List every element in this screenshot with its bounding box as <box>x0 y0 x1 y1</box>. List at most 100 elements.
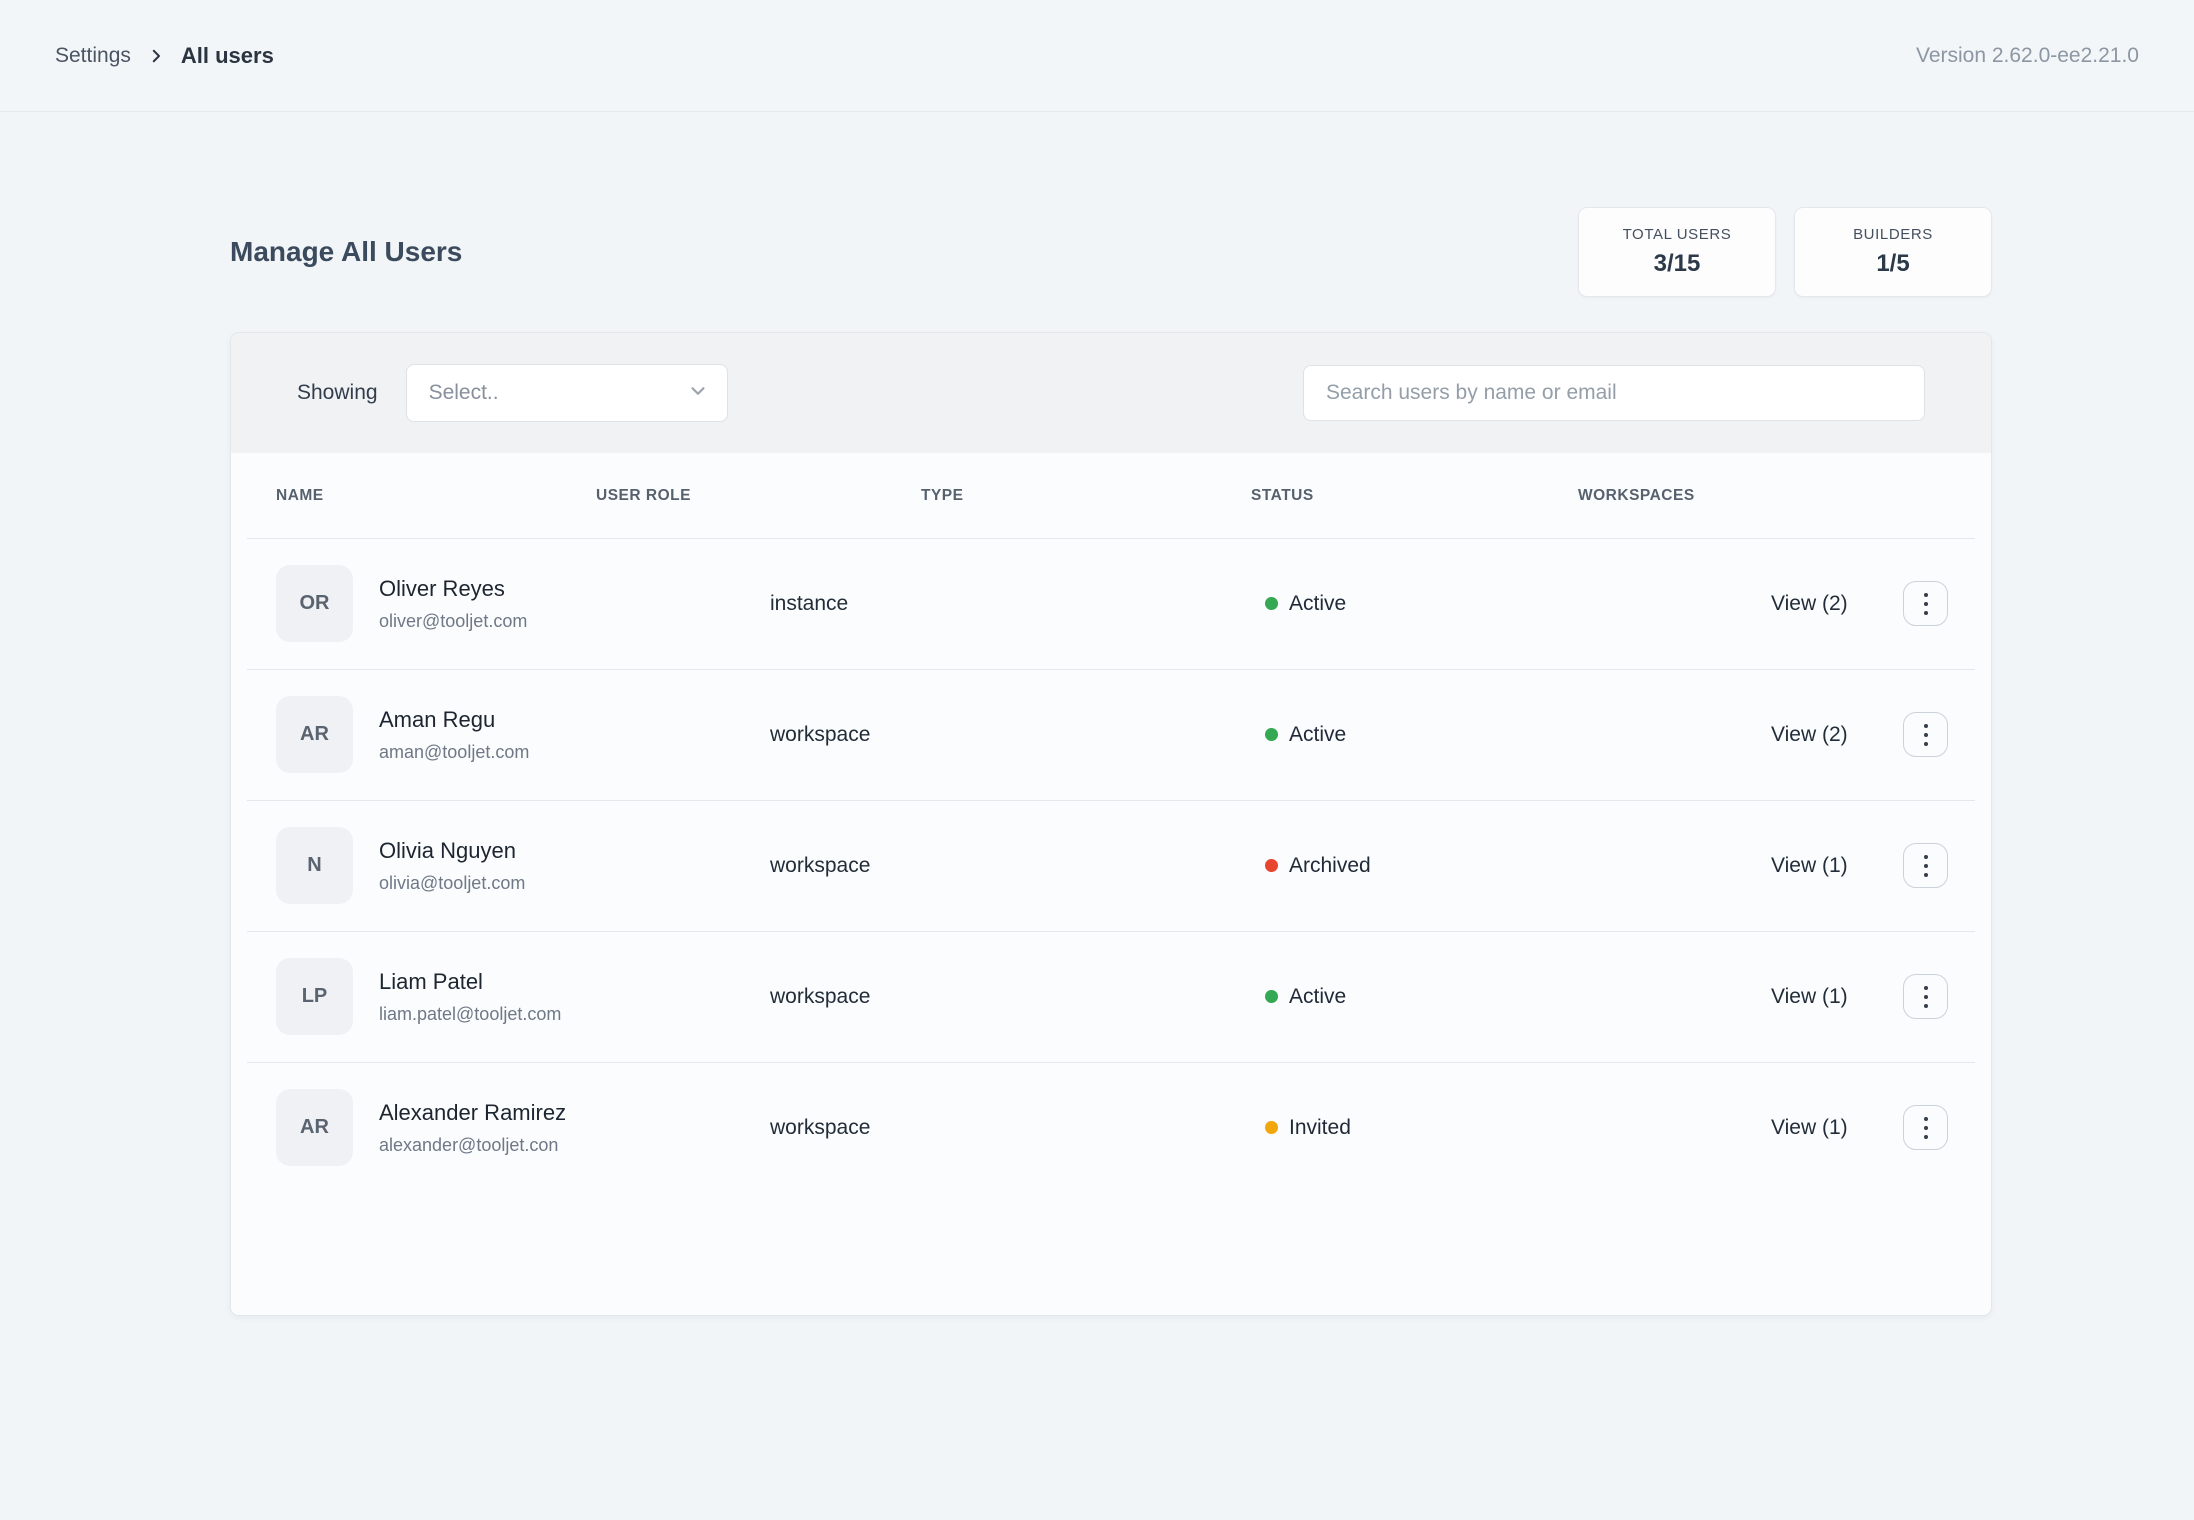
user-name: Olivia Nguyen <box>379 838 525 864</box>
table-row: LP Liam Patel liam.patel@tooljet.com wor… <box>231 931 1991 1062</box>
status-label: Invited <box>1289 1116 1351 1140</box>
total-users-card: TOTAL USERS 3/15 <box>1578 207 1776 297</box>
status-dot-icon <box>1265 1121 1278 1134</box>
user-cell: AR Aman Regu aman@tooljet.com <box>276 696 683 773</box>
breadcrumb-settings-link[interactable]: Settings <box>55 44 131 68</box>
user-cell: N Olivia Nguyen olivia@tooljet.com <box>276 827 683 904</box>
column-header-name: NAME <box>276 487 596 505</box>
table-header: NAME USER ROLE TYPE STATUS WORKSPACES <box>231 453 1991 538</box>
avatar: AR <box>276 696 353 773</box>
user-role-value: workspace <box>683 1116 1093 1140</box>
status-filter-select[interactable]: Select.. <box>406 364 728 422</box>
table-row: AR Aman Regu aman@tooljet.com workspace … <box>231 669 1991 800</box>
builders-card: BUILDERS 1/5 <box>1794 207 1992 297</box>
kebab-dot <box>1924 1004 1928 1008</box>
users-panel: Showing Select.. NAME USER ROLE TYPE STA… <box>230 332 1992 1316</box>
row-actions-kebab-button[interactable] <box>1903 581 1948 626</box>
table-row: AR Alexander Ramirez alexander@tooljet.c… <box>231 1062 1991 1193</box>
kebab-dot <box>1924 593 1928 597</box>
kebab-dot <box>1924 724 1928 728</box>
search-input[interactable] <box>1303 365 1925 421</box>
user-email: oliver@tooljet.com <box>379 611 527 632</box>
user-role-value: workspace <box>683 985 1093 1009</box>
status-label: Active <box>1289 592 1346 616</box>
builders-value: 1/5 <box>1876 250 1909 278</box>
user-status: Active <box>1093 723 1511 747</box>
status-label: Archived <box>1289 854 1371 878</box>
user-cell: OR Oliver Reyes oliver@tooljet.com <box>276 565 683 642</box>
workspaces-view-link[interactable]: View (1) <box>1771 985 1848 1008</box>
row-actions-kebab-button[interactable] <box>1903 712 1948 757</box>
workspaces-view-link[interactable]: View (1) <box>1771 1116 1848 1139</box>
user-status: Active <box>1093 985 1511 1009</box>
breadcrumb-current-page: All users <box>181 43 274 69</box>
user-cell: AR Alexander Ramirez alexander@tooljet.c… <box>276 1089 683 1166</box>
kebab-dot <box>1924 1135 1928 1139</box>
builders-label: BUILDERS <box>1853 226 1933 243</box>
kebab-dot <box>1924 995 1928 999</box>
table-row: N Olivia Nguyen olivia@tooljet.com works… <box>231 800 1991 931</box>
kebab-dot <box>1924 986 1928 990</box>
user-name: Liam Patel <box>379 969 561 995</box>
kebab-dot <box>1924 864 1928 868</box>
topbar: Settings All users Version 2.62.0-ee2.21… <box>0 0 2194 112</box>
user-status: Active <box>1093 592 1511 616</box>
user-email: liam.patel@tooljet.com <box>379 1004 561 1025</box>
table-row: OR Oliver Reyes oliver@tooljet.com insta… <box>231 538 1991 669</box>
workspaces-cell: View (2) <box>1511 723 1903 747</box>
kebab-dot <box>1924 742 1928 746</box>
total-users-value: 3/15 <box>1654 250 1701 278</box>
user-role-value: workspace <box>683 723 1093 747</box>
user-name: Aman Regu <box>379 707 529 733</box>
stats-cards: TOTAL USERS 3/15 BUILDERS 1/5 <box>1578 207 1992 297</box>
user-email: aman@tooljet.com <box>379 742 529 763</box>
select-value: Select.. <box>429 381 499 405</box>
user-email: olivia@tooljet.com <box>379 873 525 894</box>
status-dot-icon <box>1265 859 1278 872</box>
workspaces-cell: View (1) <box>1511 854 1903 878</box>
version-label: Version 2.62.0-ee2.21.0 <box>1916 44 2139 68</box>
user-role-value: workspace <box>683 854 1093 878</box>
total-users-label: TOTAL USERS <box>1623 226 1732 243</box>
column-header-status: STATUS <box>1251 487 1578 505</box>
user-name: Alexander Ramirez <box>379 1100 566 1126</box>
row-actions-kebab-button[interactable] <box>1903 843 1948 888</box>
column-header-user-role: USER ROLE <box>596 487 921 505</box>
column-header-workspaces: WORKSPACES <box>1578 487 1903 505</box>
kebab-dot <box>1924 873 1928 877</box>
showing-label: Showing <box>297 381 378 405</box>
workspaces-view-link[interactable]: View (2) <box>1771 723 1848 746</box>
row-actions-kebab-button[interactable] <box>1903 974 1948 1019</box>
avatar: AR <box>276 1089 353 1166</box>
row-actions-kebab-button[interactable] <box>1903 1105 1948 1150</box>
user-status: Invited <box>1093 1116 1511 1140</box>
status-dot-icon <box>1265 728 1278 741</box>
kebab-dot <box>1924 602 1928 606</box>
kebab-dot <box>1924 855 1928 859</box>
chevron-right-icon <box>147 47 165 65</box>
search-box <box>1303 365 1925 421</box>
workspaces-cell: View (2) <box>1511 592 1903 616</box>
workspaces-cell: View (1) <box>1511 1116 1903 1140</box>
page-title: Manage All Users <box>230 236 462 268</box>
workspaces-view-link[interactable]: View (1) <box>1771 854 1848 877</box>
status-dot-icon <box>1265 990 1278 1003</box>
column-header-type: TYPE <box>921 487 1251 505</box>
workspaces-cell: View (1) <box>1511 985 1903 1009</box>
user-role-value: instance <box>683 592 1093 616</box>
status-label: Active <box>1289 723 1346 747</box>
table-body: OR Oliver Reyes oliver@tooljet.com insta… <box>231 538 1991 1193</box>
workspaces-view-link[interactable]: View (2) <box>1771 592 1848 615</box>
filter-bar: Showing Select.. <box>231 333 1991 453</box>
kebab-dot <box>1924 733 1928 737</box>
chevron-down-icon <box>687 380 709 407</box>
title-row: Manage All Users TOTAL USERS 3/15 BUILDE… <box>230 207 1992 297</box>
avatar: N <box>276 827 353 904</box>
kebab-dot <box>1924 1126 1928 1130</box>
kebab-dot <box>1924 611 1928 615</box>
avatar: OR <box>276 565 353 642</box>
user-name: Oliver Reyes <box>379 576 527 602</box>
user-status: Archived <box>1093 854 1511 878</box>
breadcrumb: Settings All users <box>55 43 274 69</box>
status-label: Active <box>1289 985 1346 1009</box>
